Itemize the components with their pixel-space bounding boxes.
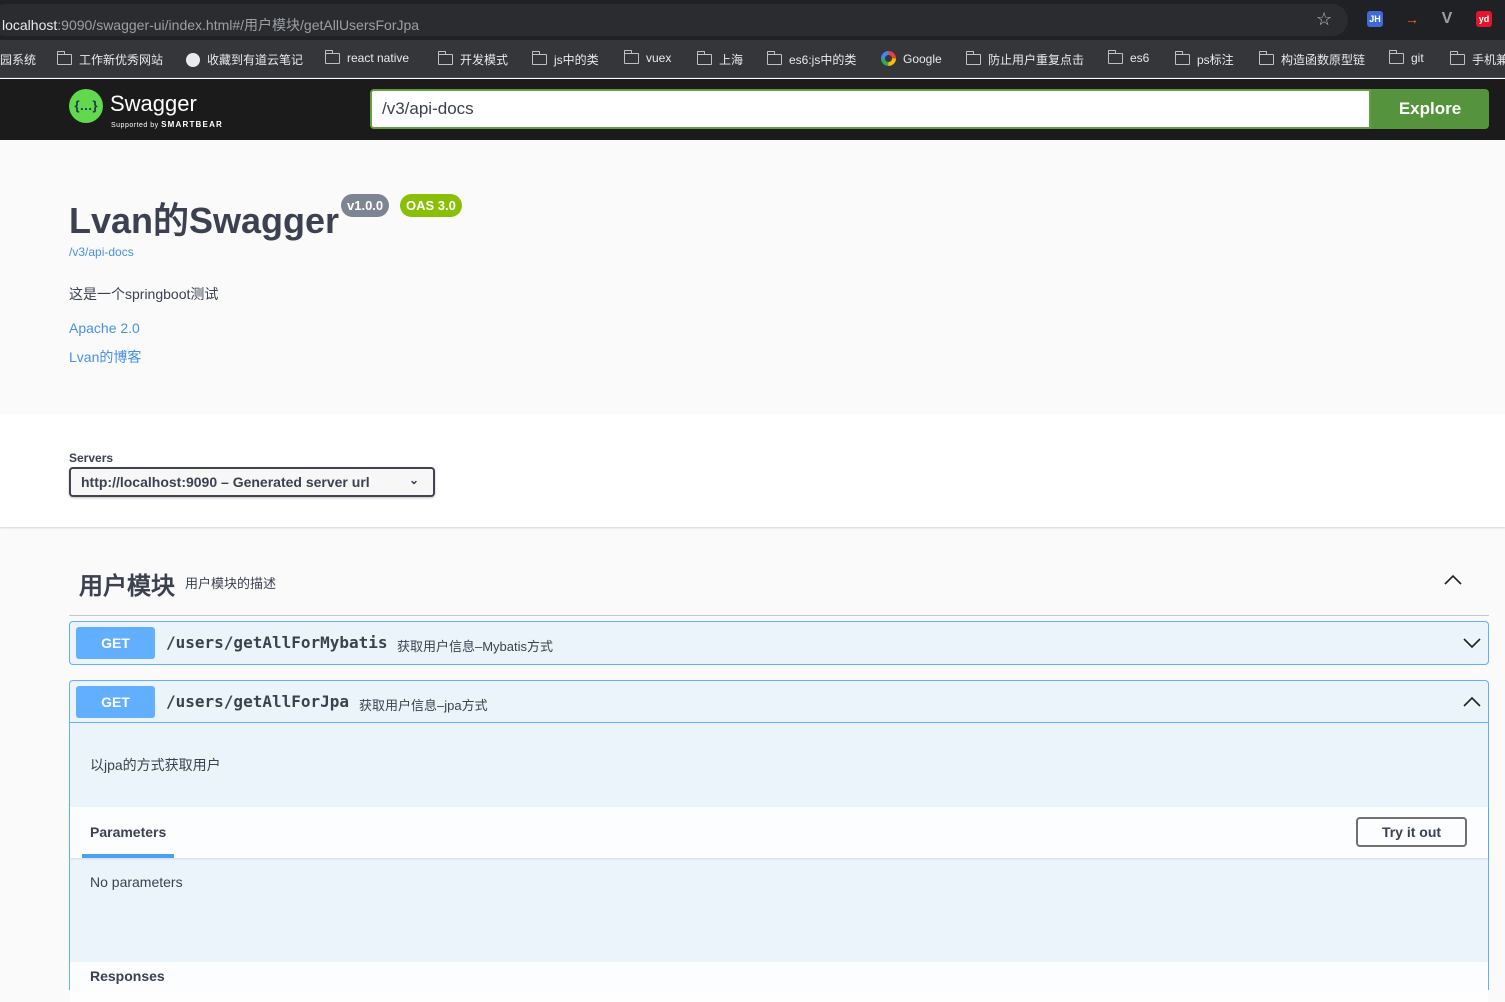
- spec-link[interactable]: /v3/api-docs: [69, 245, 134, 259]
- operation-summary-bar[interactable]: GET /users/getAllForJpa 获取用户信息–jpa方式: [70, 681, 1488, 723]
- google-icon: [881, 51, 896, 66]
- chevron-up-icon[interactable]: [1443, 570, 1463, 590]
- server-select[interactable]: http://localhost:9090 – Generated server…: [69, 467, 435, 497]
- chevron-down-icon[interactable]: [1462, 633, 1482, 653]
- folder-icon: [324, 49, 340, 64]
- folder-icon: [696, 51, 712, 65]
- bookmark-item[interactable]: es6:js中的类: [766, 51, 856, 68]
- operation-summary: 获取用户信息–jpa方式: [359, 698, 488, 713]
- extension-arrow-icon[interactable]: →: [1404, 11, 1420, 27]
- tag-divider: [69, 615, 1489, 616]
- license-link[interactable]: Apache 2.0: [69, 320, 140, 336]
- bookmark-item[interactable]: 手机兼: [1449, 51, 1505, 68]
- bookmark-item[interactable]: vuex: [623, 49, 671, 65]
- operation-summary-bar[interactable]: GET /users/getAllForMybatis 获取用户信息–Mybat…: [70, 622, 1488, 664]
- swagger-topbar: {…} Swagger Supported by SMARTBEAR Explo…: [0, 79, 1505, 140]
- responses-label: Responses: [90, 968, 165, 984]
- folder-icon: [1449, 51, 1465, 65]
- extension-youdao-icon[interactable]: yd: [1476, 11, 1492, 27]
- operation-get-all-for-mybatis: GET /users/getAllForMybatis 获取用户信息–Mybat…: [69, 621, 1489, 665]
- globe-icon: [186, 52, 200, 67]
- bookmark-item[interactable]: ps标注: [1174, 51, 1234, 68]
- bookmark-item[interactable]: 开发模式: [437, 51, 508, 68]
- extension-jh-icon[interactable]: JH: [1367, 11, 1383, 27]
- folder-icon: [56, 51, 72, 65]
- folder-icon: [623, 49, 639, 64]
- swagger-logo-text[interactable]: Swagger: [110, 91, 197, 117]
- bookmark-item[interactable]: git: [1388, 49, 1424, 65]
- blog-link[interactable]: Lvan的博客: [69, 347, 141, 367]
- tab-active-indicator: [82, 854, 174, 858]
- address-text[interactable]: localhost:9090/swagger-ui/index.html#/用户…: [2, 15, 419, 35]
- tag-description: 用户模块的描述: [185, 576, 277, 591]
- folder-icon: [965, 51, 981, 65]
- folder-icon: [1107, 49, 1123, 64]
- folder-icon: [437, 51, 453, 65]
- servers-section: Servers http://localhost:9090 – Generate…: [0, 414, 1505, 527]
- explore-button[interactable]: Explore: [1371, 89, 1489, 129]
- bookmark-item[interactable]: js中的类: [531, 51, 599, 68]
- api-description: 这是一个springboot测试: [69, 286, 219, 302]
- servers-label: Servers: [69, 451, 114, 465]
- bookmark-item[interactable]: 工作新优秀网站: [56, 51, 163, 68]
- browser-toolbar: localhost:9090/swagger-ui/index.html#/用户…: [0, 0, 1505, 40]
- folder-icon: [531, 51, 547, 65]
- folder-icon: [766, 51, 782, 65]
- bookmark-item[interactable]: Google: [881, 51, 942, 66]
- spec-url-input[interactable]: [370, 89, 1371, 129]
- no-parameters-text: No parameters: [90, 874, 183, 890]
- bookmark-item[interactable]: 防止用户重复点击: [965, 51, 1084, 68]
- smartbear-tagline: Supported by SMARTBEAR: [111, 120, 224, 129]
- version-badge: v1.0.0: [341, 194, 390, 217]
- address-bar[interactable]: localhost:9090/swagger-ui/index.html#/用户…: [0, 4, 1348, 36]
- operation-path: /users/getAllForJpa: [166, 692, 350, 711]
- folder-icon: [1174, 51, 1190, 65]
- folder-icon: [1388, 49, 1404, 64]
- folder-icon: [1258, 51, 1274, 65]
- tag-title[interactable]: 用户模块: [79, 566, 175, 601]
- operation-summary: 获取用户信息–Mybatis方式: [397, 639, 554, 654]
- tab-parameters[interactable]: Parameters: [90, 824, 166, 840]
- extension-vue-icon[interactable]: V: [1439, 11, 1455, 27]
- bookmark-item[interactable]: es6: [1107, 49, 1149, 65]
- responses-header: [70, 962, 1488, 1002]
- operation-description: 以jpa的方式获取用户: [90, 757, 221, 773]
- api-title: Lvan的Swagger: [69, 200, 340, 241]
- chevron-down-icon: ⌄: [408, 473, 419, 487]
- api-info: Lvan的Swagger v1.0.0 OAS 3.0 /v3/api-docs…: [0, 140, 1505, 414]
- bookmark-item[interactable]: 构造函数原型链: [1258, 51, 1365, 68]
- bookmark-item[interactable]: react native: [324, 49, 409, 65]
- operation-get-all-for-jpa: GET /users/getAllForJpa 获取用户信息–jpa方式 以jp…: [69, 680, 1489, 1002]
- bookmark-star-icon[interactable]: ☆: [1316, 9, 1332, 30]
- swagger-logo-icon[interactable]: {…}: [69, 89, 103, 123]
- chevron-up-icon[interactable]: [1462, 692, 1482, 712]
- method-badge: GET: [76, 686, 155, 718]
- oas-badge: OAS 3.0: [400, 194, 462, 217]
- bookmark-item[interactable]: 上海: [696, 51, 743, 68]
- method-badge: GET: [76, 627, 155, 659]
- bookmark-item[interactable]: 园系统: [0, 51, 36, 68]
- parameters-header: Parameters Try it out: [70, 807, 1488, 858]
- bookmarks-bar: 园系统 工作新优秀网站 收藏到有道云笔记 react native 开发模式 j…: [0, 40, 1505, 78]
- operation-path: /users/getAllForMybatis: [166, 633, 388, 652]
- try-it-out-button[interactable]: Try it out: [1356, 817, 1467, 847]
- bookmark-item[interactable]: 收藏到有道云笔记: [186, 51, 303, 68]
